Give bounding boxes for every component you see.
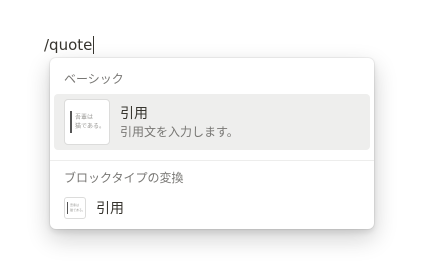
quote-block-thumbnail-icon: 吾輩は 猫である。 bbox=[64, 99, 110, 145]
menu-item-quote[interactable]: 吾輩は 猫である。 引用 引用文を入力します。 bbox=[54, 94, 370, 150]
thumbnail-small-line-2: 猫である。 bbox=[70, 208, 85, 212]
quote-bar-graphic bbox=[70, 111, 72, 133]
quote-block-small-thumbnail-icon: 吾輩は 猫である。 bbox=[64, 197, 86, 219]
menu-item-title: 引用 bbox=[120, 105, 148, 122]
menu-item-description: 引用文を入力します。 bbox=[120, 124, 239, 139]
menu-item-label: 引用 bbox=[96, 201, 124, 217]
slash-command-menu: ベーシック 吾輩は 猫である。 引用 引用文を入力します。 ブロックタイプの変換… bbox=[50, 58, 374, 229]
section-header-turn-into: ブロックタイプの変換 bbox=[64, 170, 184, 185]
thumbnail-small-sample-text: 吾輩は 猫である。 bbox=[70, 203, 85, 213]
editor-text-line[interactable]: /quote bbox=[44, 36, 95, 54]
quote-bar-small-graphic bbox=[67, 202, 68, 214]
thumbnail-sample-text: 吾輩は 猫である。 bbox=[75, 113, 105, 131]
thumbnail-line-1: 吾輩は bbox=[75, 114, 94, 121]
thumbnail-line-2: 猫である。 bbox=[75, 123, 105, 130]
menu-item-turn-into-quote[interactable]: 吾輩は 猫である。 引用 bbox=[54, 193, 370, 223]
text-caret bbox=[93, 36, 95, 54]
typed-command-text: /quote bbox=[44, 36, 93, 54]
section-header-basic: ベーシック bbox=[64, 71, 124, 86]
